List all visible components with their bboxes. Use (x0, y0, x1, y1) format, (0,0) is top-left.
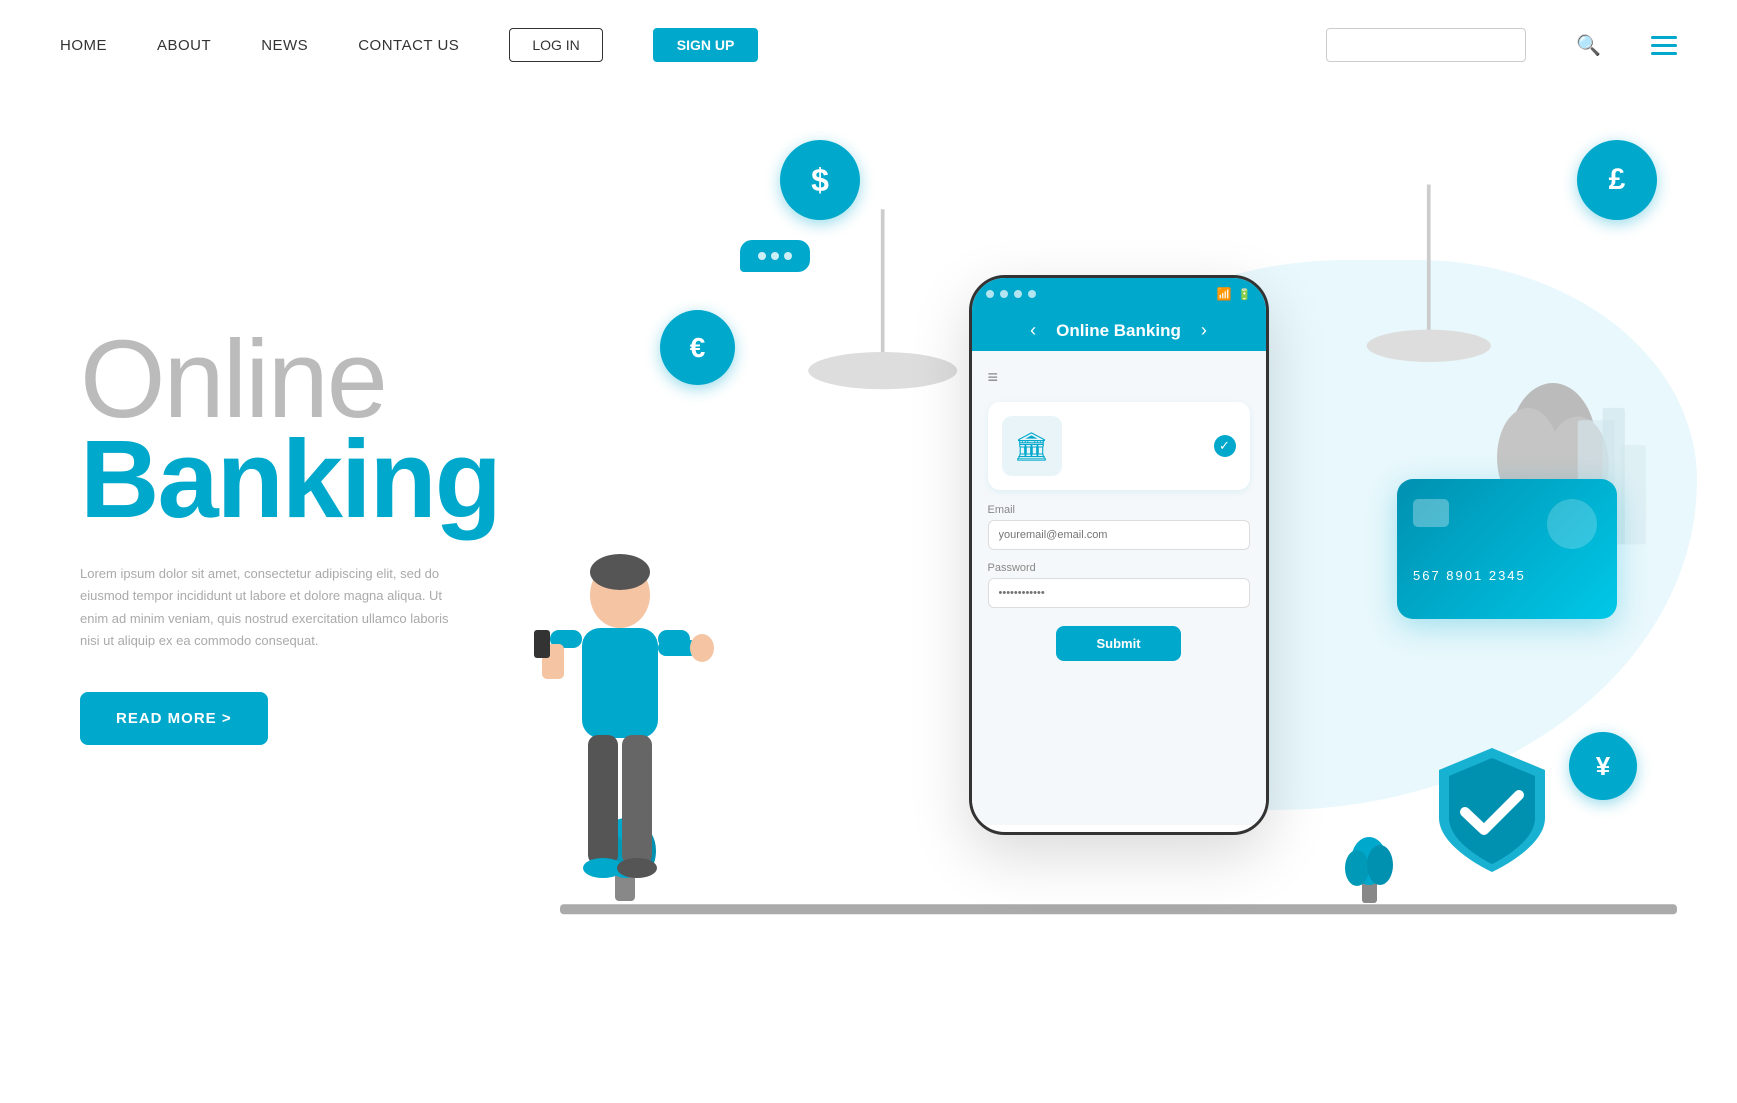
plant-right (1342, 813, 1397, 908)
coin-dollar: $ (780, 140, 860, 220)
login-button[interactable]: LOG IN (509, 28, 602, 62)
phone-form: Email Password Submit (988, 504, 1250, 661)
coin-euro: € (660, 310, 735, 385)
shield (1427, 740, 1557, 880)
nav-link-about[interactable]: ABOUT (157, 37, 211, 54)
bank-icon: 🏛 (1002, 416, 1062, 476)
phone-title: Online Banking (1056, 321, 1181, 341)
hero-left: Online Banking Lorem ipsum dolor sit ame… (80, 325, 560, 744)
email-label: Email (988, 504, 1250, 516)
search-icon[interactable]: 🔍 (1576, 33, 1601, 58)
nav-link-contact[interactable]: CONTACT US (358, 37, 459, 54)
email-input[interactable] (988, 520, 1250, 550)
nav-link-news[interactable]: NEWS (261, 37, 308, 54)
card-chip (1413, 499, 1449, 527)
navbar: HOME ABOUT NEWS CONTACT US LOG IN SIGN U… (0, 0, 1737, 90)
credit-card: 567 8901 2345 (1397, 479, 1617, 619)
battery-icon: 🔋 (1238, 288, 1252, 301)
hero-description: Lorem ipsum dolor sit amet, consectetur … (80, 563, 460, 651)
submit-button[interactable]: Submit (1056, 626, 1180, 661)
password-input[interactable] (988, 578, 1250, 608)
forward-arrow-icon[interactable]: › (1201, 320, 1207, 341)
title-banking: Banking (80, 425, 560, 535)
read-more-button[interactable]: READ MORE > (80, 692, 268, 745)
hero-right: $ € £ ¥ (560, 110, 1677, 960)
smartphone: 📶 🔋 ‹ Online Banking › ≡ 🏛 ✓ Email Passw… (969, 275, 1269, 835)
search-input[interactable] (1326, 28, 1526, 62)
card-circle (1547, 499, 1597, 549)
checkmark-badge: ✓ (1214, 435, 1236, 457)
wifi-icon: 📶 (1217, 287, 1232, 301)
password-label: Password (988, 562, 1250, 574)
back-arrow-icon[interactable]: ‹ (1030, 320, 1036, 341)
coin-pound: £ (1577, 140, 1657, 220)
hero-section: Online Banking Lorem ipsum dolor sit ame… (0, 90, 1737, 960)
menu-icon[interactable] (1651, 36, 1677, 55)
nav-link-home[interactable]: HOME (60, 37, 107, 54)
bank-section: 🏛 ✓ (988, 402, 1250, 490)
phone-body: ≡ 🏛 ✓ Email Password Submit (972, 351, 1266, 825)
phone-status-bar: 📶 🔋 (972, 278, 1266, 310)
hamburger-icon: ≡ (988, 367, 1250, 388)
signup-button[interactable]: SIGN UP (653, 28, 759, 62)
chat-bubble (740, 240, 810, 272)
card-number: 567 8901 2345 (1413, 568, 1526, 583)
phone-header: ‹ Online Banking › (972, 310, 1266, 351)
coin-yen: ¥ (1569, 732, 1637, 800)
